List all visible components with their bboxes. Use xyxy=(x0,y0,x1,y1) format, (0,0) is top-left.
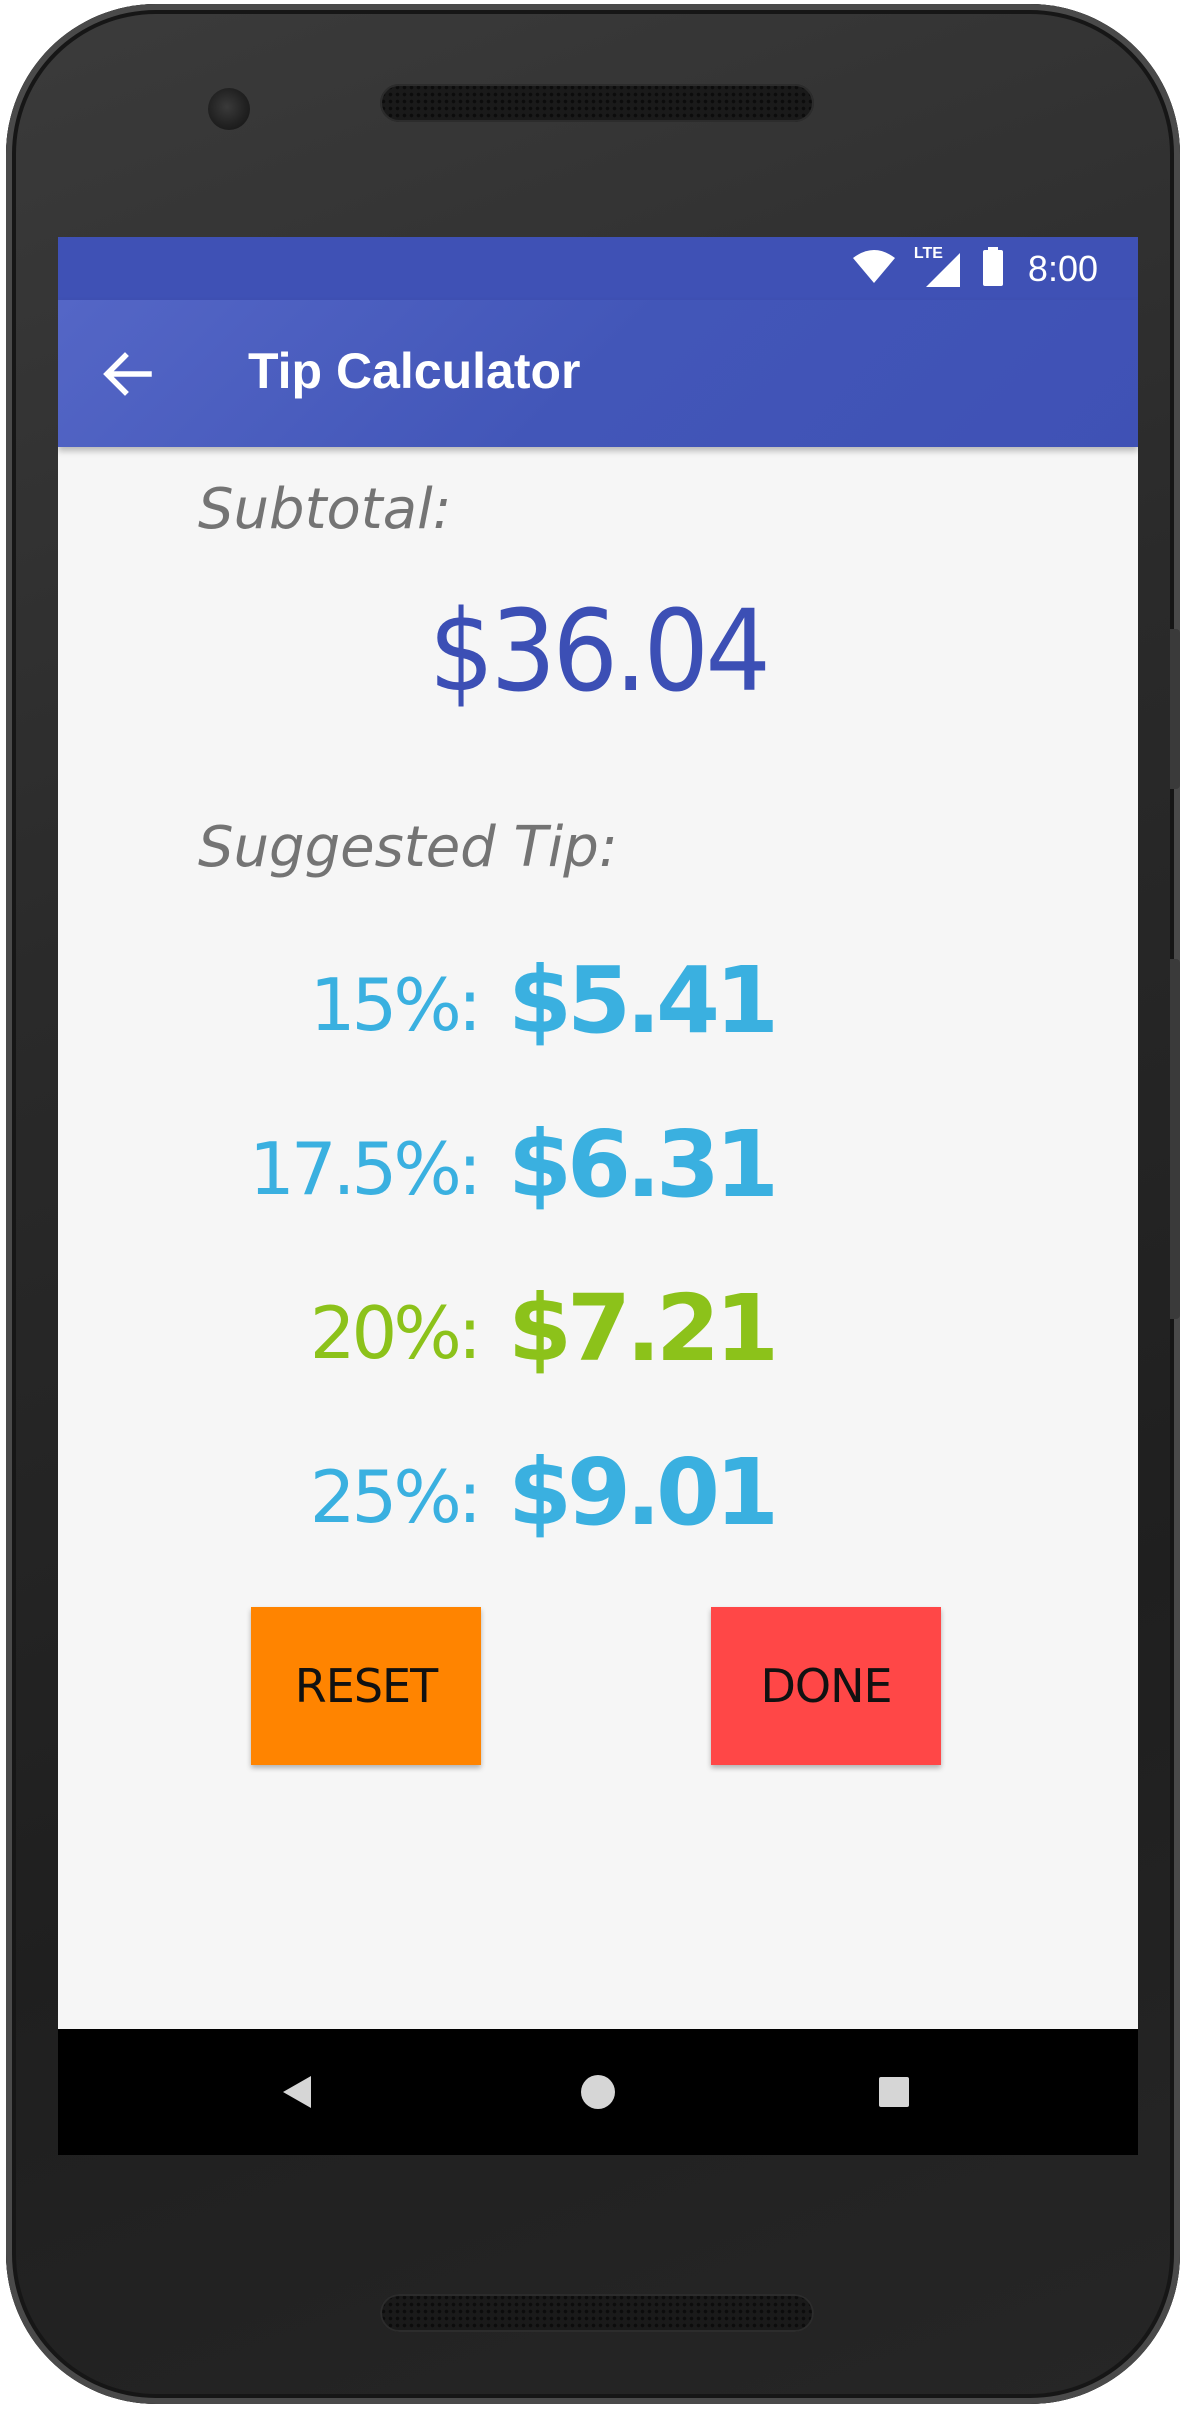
done-button[interactable]: DONE xyxy=(711,1607,941,1765)
tip-row-17-5: 17.5%: $6.31 xyxy=(58,1111,1138,1231)
battery-icon xyxy=(982,246,1004,292)
tip-amount: $9.01 xyxy=(508,1439,779,1546)
arrow-back-icon xyxy=(103,352,152,396)
phone-frame: LTE 8:00 Tip Calculator Subtotal: $36.04… xyxy=(6,4,1180,2404)
nav-home-icon xyxy=(581,2075,615,2109)
phone-screen: LTE 8:00 Tip Calculator Subtotal: $36.04… xyxy=(58,237,1138,2155)
tip-row-25: 25%: $9.01 xyxy=(58,1439,1138,1559)
tip-percent: 17.5%: xyxy=(249,1127,482,1211)
power-button xyxy=(1170,629,1180,789)
nav-recents-button[interactable] xyxy=(864,2062,924,2122)
status-time: 8:00 xyxy=(1027,248,1098,289)
app-title: Tip Calculator xyxy=(248,343,581,399)
front-camera xyxy=(208,88,250,130)
nav-back-icon xyxy=(283,2076,311,2108)
subtotal-label: Subtotal: xyxy=(198,477,452,542)
volume-rocker xyxy=(1170,959,1180,1319)
nav-back-button[interactable] xyxy=(268,2062,328,2122)
tip-amount: $7.21 xyxy=(508,1275,779,1382)
suggested-tip-label: Suggested Tip: xyxy=(198,815,618,880)
app-bar: Tip Calculator xyxy=(58,300,1138,447)
reset-button[interactable]: RESET xyxy=(251,1607,481,1765)
nav-home-button[interactable] xyxy=(568,2062,628,2122)
tip-amount: $5.41 xyxy=(508,947,779,1054)
subtotal-value: $36.04 xyxy=(428,587,771,717)
top-speaker-grille xyxy=(380,84,814,122)
nav-recents-icon xyxy=(879,2077,909,2107)
tip-row-20: 20%: $7.21 xyxy=(58,1275,1138,1395)
status-icons: LTE 8:00 xyxy=(852,245,1098,292)
tip-calculator-content: Subtotal: $36.04 Suggested Tip: 15%: $5.… xyxy=(58,447,1138,2029)
tip-amount: $6.31 xyxy=(508,1111,779,1218)
status-bar: LTE 8:00 xyxy=(58,237,1138,300)
bottom-speaker-grille xyxy=(380,2294,814,2332)
tip-row-15: 15%: $5.41 xyxy=(58,947,1138,1067)
navigation-bar xyxy=(58,2029,1138,2155)
tip-percent: 15%: xyxy=(309,963,482,1047)
tip-percent: 20%: xyxy=(309,1291,482,1375)
wifi-icon xyxy=(852,249,896,289)
signal-icon: LTE xyxy=(914,245,964,289)
back-button[interactable] xyxy=(98,344,158,404)
tip-percent: 25%: xyxy=(309,1455,482,1539)
